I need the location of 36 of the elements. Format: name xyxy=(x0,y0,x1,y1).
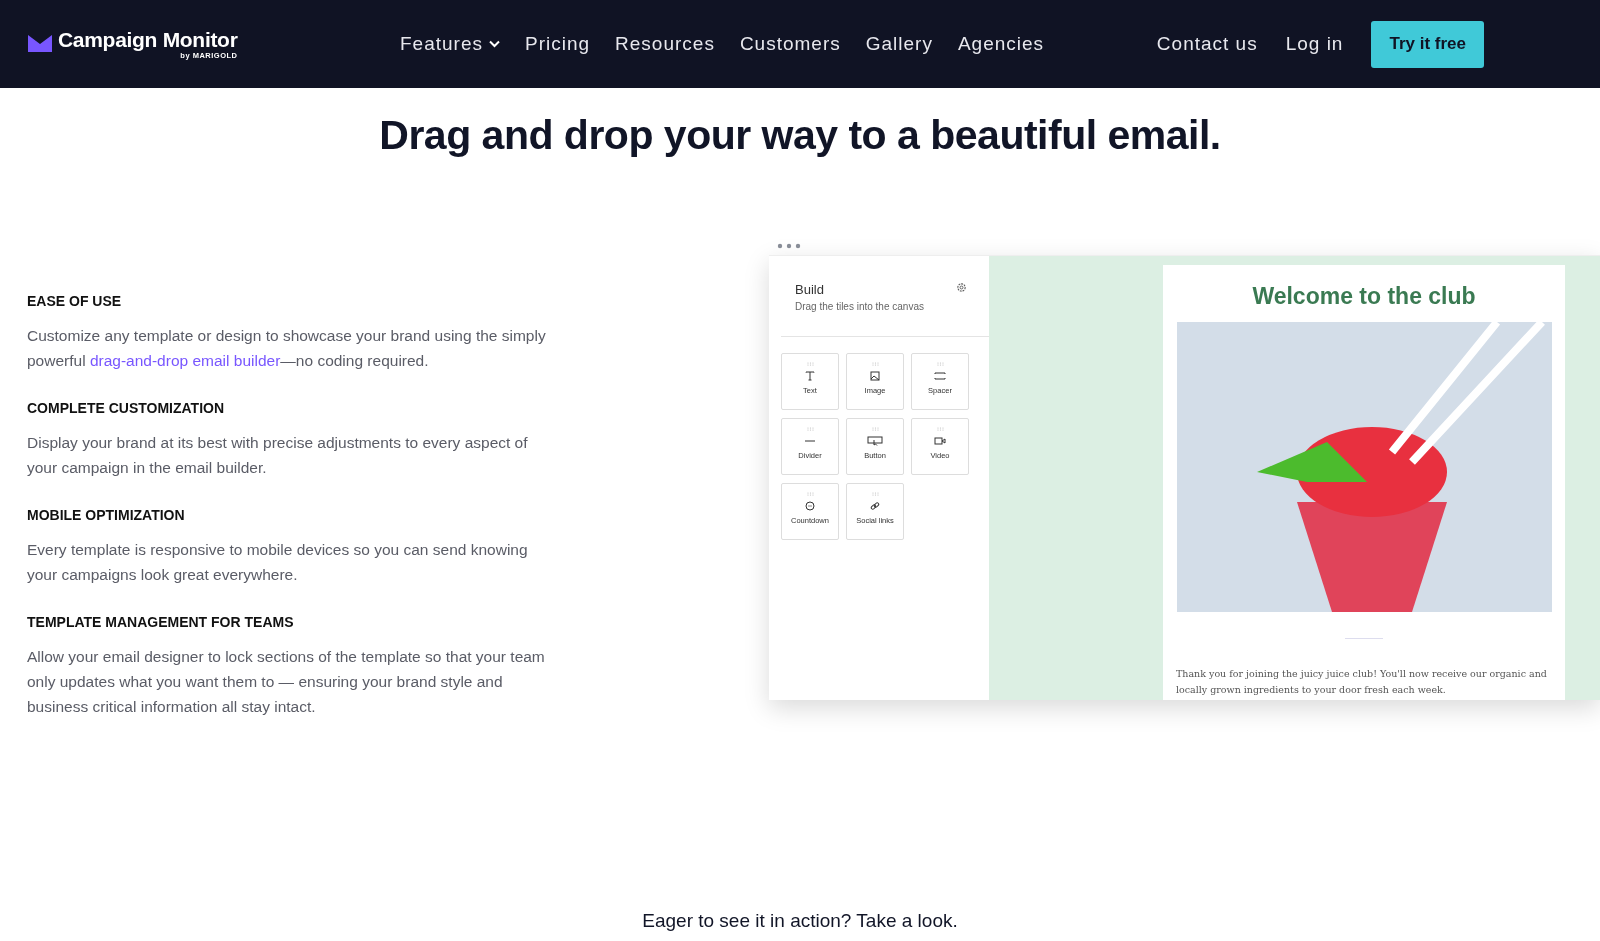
feature-description: Customize any template or design to showcase your brand using the simply powerful drag-and-drop email builder—no coding required. xyxy=(27,326,547,371)
feature-description: Every template is responsive to mobile devices so you can send knowing your campaigns look great everywhere. xyxy=(27,540,529,585)
nav-link[interactable]: Features xyxy=(400,33,500,55)
brand-name[interactable]: Campaign Monitor xyxy=(58,28,238,52)
nav-link[interactable]: Agencies xyxy=(957,33,1045,55)
feature-description: Allow your email designer to lock sections of the template so that your team only updates what you want them to — ensuring your brand style and business critical information all stay intact. xyxy=(27,647,546,717)
timer-icon xyxy=(805,501,815,511)
text-icon xyxy=(805,371,815,381)
cursor-button-icon xyxy=(867,436,883,446)
chevron-down-icon xyxy=(489,40,500,48)
envelope-logo-icon xyxy=(28,35,52,52)
try-free-button[interactable]: Try it free xyxy=(1371,20,1484,68)
spacer-icon xyxy=(934,371,946,381)
image-icon xyxy=(870,371,880,381)
nav-link[interactable]: Customers xyxy=(739,33,841,55)
window-dots-icon xyxy=(777,243,801,249)
settings-icon[interactable] xyxy=(956,282,967,293)
page-headline: Drag and drop your way to a beautiful email. xyxy=(378,112,1222,159)
nav-link[interactable]: Resources xyxy=(615,33,715,55)
link-icon xyxy=(870,501,880,511)
call-to-action-text: Eager to see it in action? Take a look. xyxy=(641,910,959,932)
feature-heading: MOBILE OPTIMIZATION xyxy=(27,507,186,523)
feature-heading: COMPLETE CUSTOMIZATION xyxy=(27,400,226,416)
feature-heading: TEMPLATE MANAGEMENT FOR TEAMS xyxy=(27,614,295,630)
feature-description: Display your brand at its best with precise adjustments to every aspect of your campaign in the email builder. xyxy=(27,433,529,478)
nav-link[interactable]: Pricing xyxy=(525,33,591,55)
feature-heading: EASE OF USE xyxy=(27,293,123,309)
sidebar-subtitle: Drag the tiles into the canvas xyxy=(795,301,924,312)
nav-link[interactable]: Contact us xyxy=(1156,33,1258,55)
email-body-text: Thank you for joining the juicy juice club! You'll now receive our organic and locally grown ingredients to your door fresh each week. xyxy=(1176,667,1548,697)
video-camera-icon xyxy=(934,436,946,446)
sidebar-title: Build xyxy=(795,282,825,297)
nav-link[interactable]: Gallery xyxy=(865,33,933,55)
email-builder-link[interactable]: drag-and-drop email builder xyxy=(89,352,281,369)
email-heading: Welcome to the club xyxy=(1252,283,1476,310)
nav-link[interactable]: Log in xyxy=(1285,33,1344,55)
